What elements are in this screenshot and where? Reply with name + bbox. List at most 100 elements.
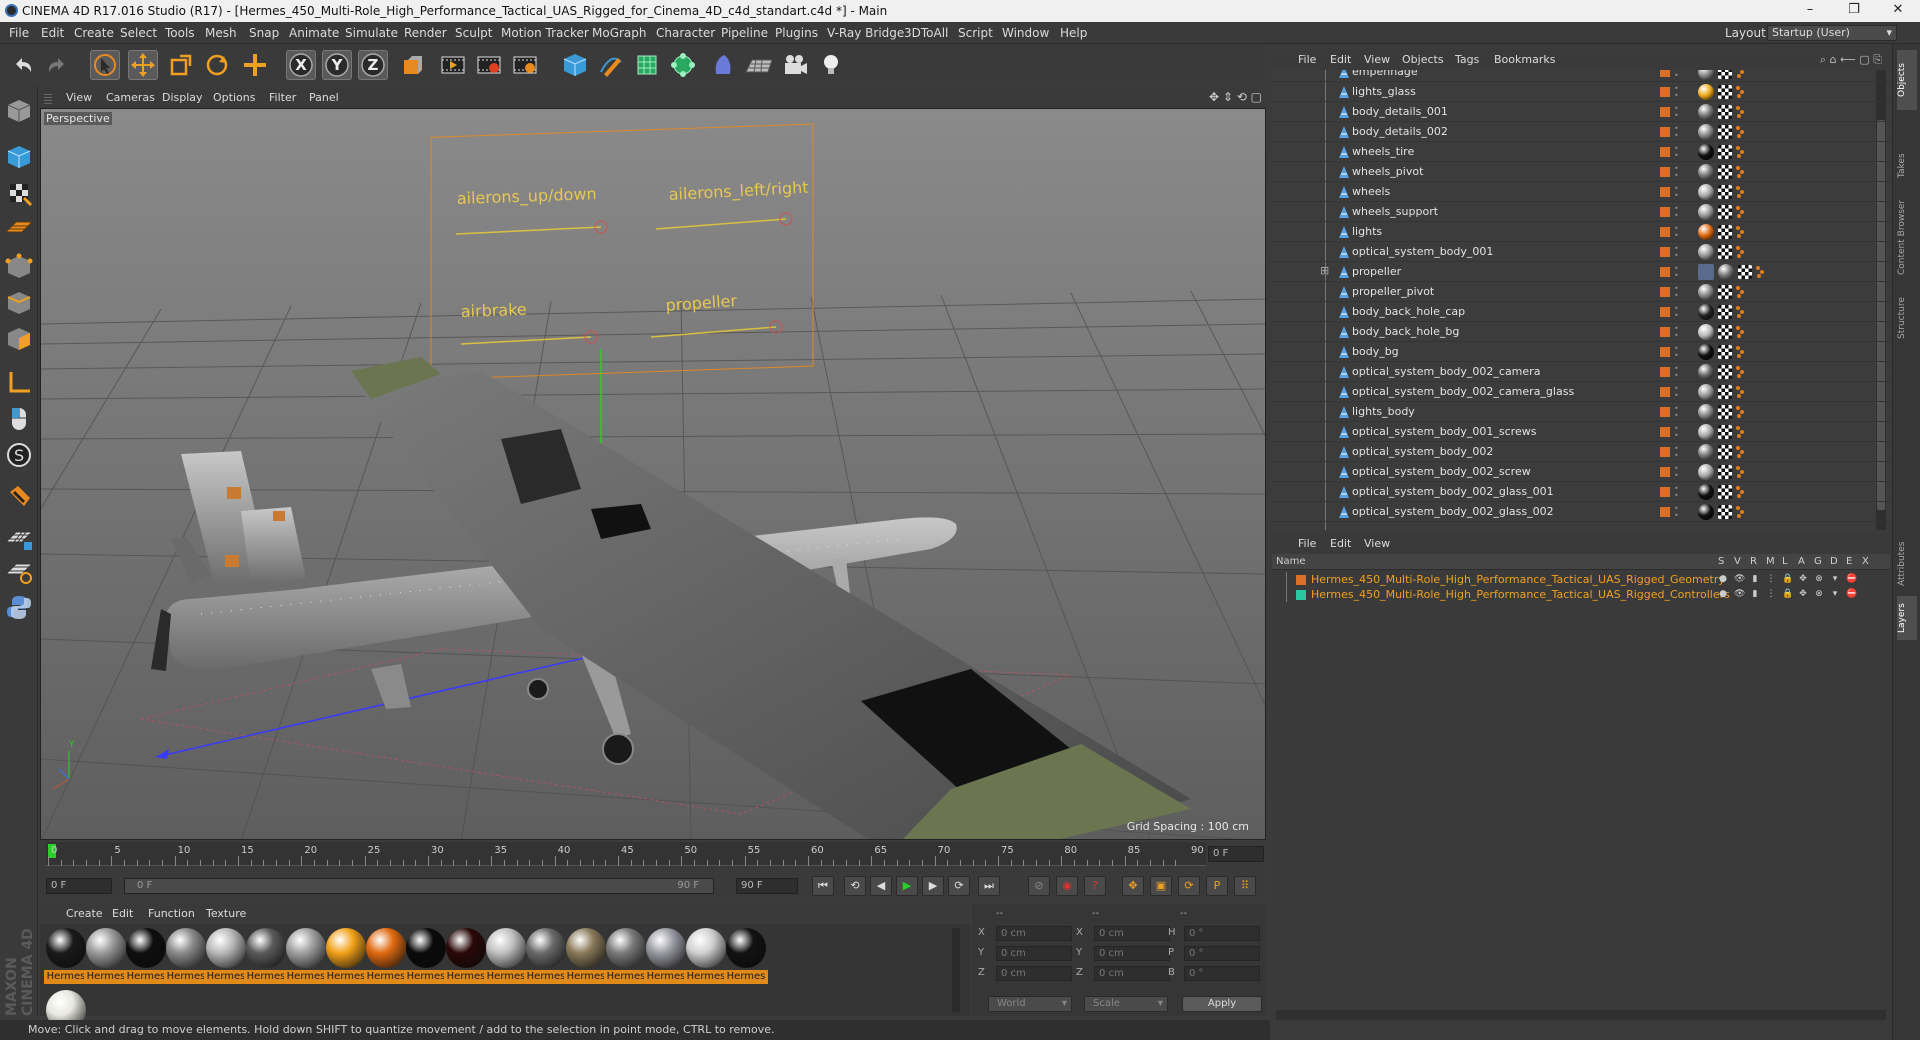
material-tag-icon[interactable]	[1698, 244, 1714, 260]
layer-toggle-icon[interactable]: ⋮	[1766, 589, 1776, 600]
layer-toggle-icon[interactable]: ✥	[1798, 589, 1808, 600]
go-to-end-button[interactable]: ⏭	[978, 876, 1000, 896]
key-scale-button[interactable]: ▣	[1150, 876, 1172, 896]
layer-color-swatch[interactable]	[1660, 307, 1670, 317]
menu-window[interactable]: Window	[1002, 26, 1049, 40]
material-swatch[interactable]: Hermes	[404, 928, 448, 986]
uvw-tag-icon[interactable]	[1738, 265, 1752, 279]
material-tag-icon[interactable]	[1698, 104, 1714, 120]
material-menu-texture[interactable]: Texture	[206, 907, 246, 920]
add-icon[interactable]	[240, 50, 270, 80]
menu-plugins[interactable]: Plugins	[775, 26, 818, 40]
layer-color-swatch[interactable]	[1660, 227, 1670, 237]
side-tab-structure[interactable]: Structure	[1897, 288, 1917, 348]
side-tab-takes[interactable]: Takes	[1897, 144, 1917, 188]
object-menu-bookmarks[interactable]: Bookmarks	[1494, 53, 1555, 66]
uvw-tag-icon[interactable]	[1718, 485, 1732, 499]
uvw-tag-icon[interactable]	[1718, 465, 1732, 479]
object-manager-search-icon[interactable]: ⌕ ⌂ ⟵ ▢ ⎘	[1820, 53, 1882, 67]
material-tag-icon[interactable]	[1698, 324, 1714, 340]
render-picture-viewer-icon[interactable]	[474, 50, 504, 80]
layer-toggle-icon[interactable]: 🔒	[1782, 589, 1793, 600]
constraint-tag-icon[interactable]	[1736, 166, 1744, 178]
layer-column-header[interactable]: M	[1766, 556, 1775, 567]
coord-position-field[interactable]: 0 cm	[996, 946, 1072, 961]
layer-column-header[interactable]: R	[1750, 556, 1757, 567]
side-tab-objects[interactable]: Objects	[1897, 50, 1917, 110]
material-tag-icon[interactable]	[1698, 164, 1714, 180]
uvw-tag-icon[interactable]	[1718, 505, 1732, 519]
layer-color-swatch[interactable]	[1660, 267, 1670, 277]
layer-color-swatch[interactable]	[1660, 147, 1670, 157]
coord-size-field[interactable]: 0 cm	[1094, 946, 1170, 961]
visibility-dots[interactable]: • •	[1674, 125, 1680, 140]
visibility-dots[interactable]: • •	[1674, 85, 1680, 100]
coords-mode-select[interactable]: World ▾	[988, 996, 1072, 1012]
texture-mode-icon[interactable]	[4, 178, 34, 208]
object-row[interactable]: body_details_001 • •	[1272, 102, 1890, 122]
object-row[interactable]: wheels • •	[1272, 182, 1890, 202]
layer-color-swatch[interactable]	[1660, 107, 1670, 117]
locked-workplane-icon[interactable]	[4, 556, 34, 586]
layer-color-swatch[interactable]	[1660, 127, 1670, 137]
material-swatch[interactable]: Hermes	[524, 928, 568, 986]
viewport-menu-cameras[interactable]: Cameras	[106, 91, 155, 104]
layer-color-swatch[interactable]	[1660, 447, 1670, 457]
layer-toggle-icon[interactable]: ▮	[1750, 574, 1760, 585]
points-mode-icon[interactable]	[4, 252, 34, 282]
menu-animate[interactable]: Animate	[289, 26, 339, 40]
object-row[interactable]: body_back_hole_cap • •	[1272, 302, 1890, 322]
layer-toggle-icon[interactable]: ⛔	[1846, 574, 1857, 585]
object-row[interactable]: optical_system_body_001 • •	[1272, 242, 1890, 262]
material-swatch[interactable]: Hermes	[164, 928, 208, 986]
model-mode-icon[interactable]	[4, 142, 34, 172]
object-row[interactable]: optical_system_body_002_glass_002 • •	[1272, 502, 1890, 522]
material-swatch[interactable]: Hermes	[604, 928, 648, 986]
next-key-button[interactable]: ⟳	[948, 876, 970, 896]
layer-color-swatch[interactable]	[1660, 367, 1670, 377]
uvw-tag-icon[interactable]	[1718, 225, 1732, 239]
material-swatch[interactable]: Hermes	[44, 928, 88, 986]
constraint-tag-icon[interactable]	[1736, 366, 1744, 378]
visibility-dots[interactable]: • •	[1674, 485, 1680, 500]
uvw-tag-icon[interactable]	[1718, 105, 1732, 119]
menu-edit[interactable]: Edit	[41, 26, 64, 40]
material-tag-icon[interactable]	[1698, 304, 1714, 320]
constraint-tag-icon[interactable]	[1736, 70, 1744, 78]
menu-vray-bridge[interactable]: V-Ray Bridge	[827, 26, 904, 40]
layer-column-header[interactable]: Name	[1276, 556, 1306, 567]
visibility-dots[interactable]: • •	[1674, 165, 1680, 180]
object-row[interactable]: wheels_tire • •	[1272, 142, 1890, 162]
visibility-dots[interactable]: • •	[1674, 70, 1680, 80]
layer-toggle-icon[interactable]: ⊗	[1814, 574, 1824, 585]
constraint-tag-icon[interactable]	[1736, 326, 1744, 338]
layer-row[interactable]: Hermes_450_Multi-Role_High_Performance_T…	[1272, 572, 1890, 587]
coord-position-field[interactable]: 0 cm	[996, 966, 1072, 981]
material-tag-icon[interactable]	[1698, 84, 1714, 100]
constraint-tag-icon[interactable]	[1736, 126, 1744, 138]
uvw-tag-icon[interactable]	[1718, 70, 1732, 79]
maximize-button[interactable]: ❐	[1832, 0, 1876, 22]
preview-range-slider[interactable]: 0 F 90 F	[124, 878, 714, 894]
camera-icon[interactable]	[780, 50, 810, 80]
material-menu-edit[interactable]: Edit	[112, 907, 133, 920]
coord-rotation-field[interactable]: 0 °	[1184, 966, 1260, 981]
constraint-tag-icon[interactable]	[1736, 286, 1744, 298]
material-swatch[interactable]: Hermes	[644, 928, 688, 986]
side-tab-layers[interactable]: Layers	[1897, 596, 1917, 640]
layer-toggle-icon[interactable]: 👁	[1734, 589, 1745, 600]
redo-icon[interactable]	[42, 50, 72, 80]
constraint-tag-icon[interactable]	[1736, 86, 1744, 98]
layer-color-swatch[interactable]	[1660, 207, 1670, 217]
menu-motion-tracker[interactable]: Motion Tracker	[501, 26, 589, 40]
apply-button[interactable]: Apply	[1182, 996, 1262, 1012]
layer-toggle-icon[interactable]: ●	[1718, 589, 1728, 600]
minimize-button[interactable]: –	[1788, 0, 1832, 22]
visibility-dots[interactable]: • •	[1674, 445, 1680, 460]
layer-color-swatch[interactable]	[1296, 575, 1306, 585]
layout-select[interactable]: Startup (User) ▾	[1767, 25, 1897, 41]
side-tab-attributes[interactable]: Attributes	[1897, 534, 1917, 594]
material-tag-icon[interactable]	[1698, 204, 1714, 220]
go-to-start-button[interactable]: ⏮	[812, 876, 834, 896]
layer-color-swatch[interactable]	[1296, 590, 1306, 600]
